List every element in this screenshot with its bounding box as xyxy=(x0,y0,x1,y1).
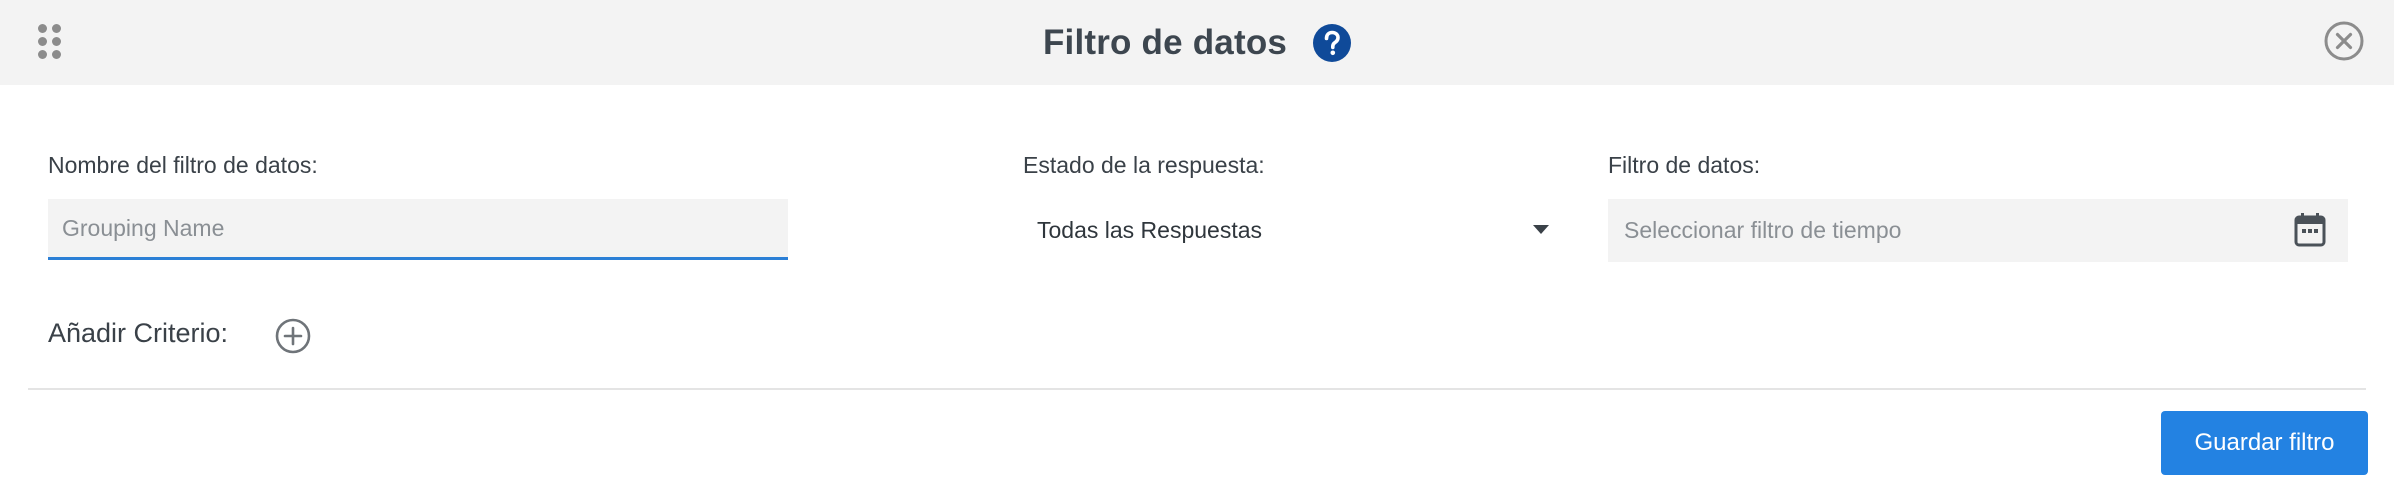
calendar-icon[interactable] xyxy=(2294,213,2326,247)
save-filter-button[interactable]: Guardar filtro xyxy=(2161,411,2368,475)
dialog-header: Filtro de datos xyxy=(0,0,2394,85)
response-status-value: Todas las Respuestas xyxy=(1037,216,1263,243)
data-filter-dialog: Filtro de datos Nombre del filtro de dat… xyxy=(0,0,2394,499)
date-filter-label: Filtro de datos: xyxy=(1608,152,1761,178)
close-circle-icon[interactable] xyxy=(2323,20,2365,62)
date-filter-input[interactable]: Seleccionar filtro de tiempo xyxy=(1608,199,2348,262)
caret-down-icon xyxy=(1533,225,1549,234)
response-status-select[interactable]: Todas las Respuestas xyxy=(1023,199,1549,261)
filter-name-input[interactable] xyxy=(48,199,788,260)
dialog-title: Filtro de datos xyxy=(1042,22,1288,62)
response-status-label: Estado de la respuesta: xyxy=(1023,152,1265,178)
title-group: Filtro de datos xyxy=(0,0,2394,85)
help-circle-icon[interactable] xyxy=(1313,23,1352,62)
footer-divider xyxy=(28,388,2366,390)
add-criteria-label: Añadir Criterio: xyxy=(48,318,229,348)
add-circle-icon[interactable] xyxy=(275,318,311,354)
date-filter-placeholder: Seleccionar filtro de tiempo xyxy=(1624,217,1902,243)
filter-name-label: Nombre del filtro de datos: xyxy=(48,152,318,178)
